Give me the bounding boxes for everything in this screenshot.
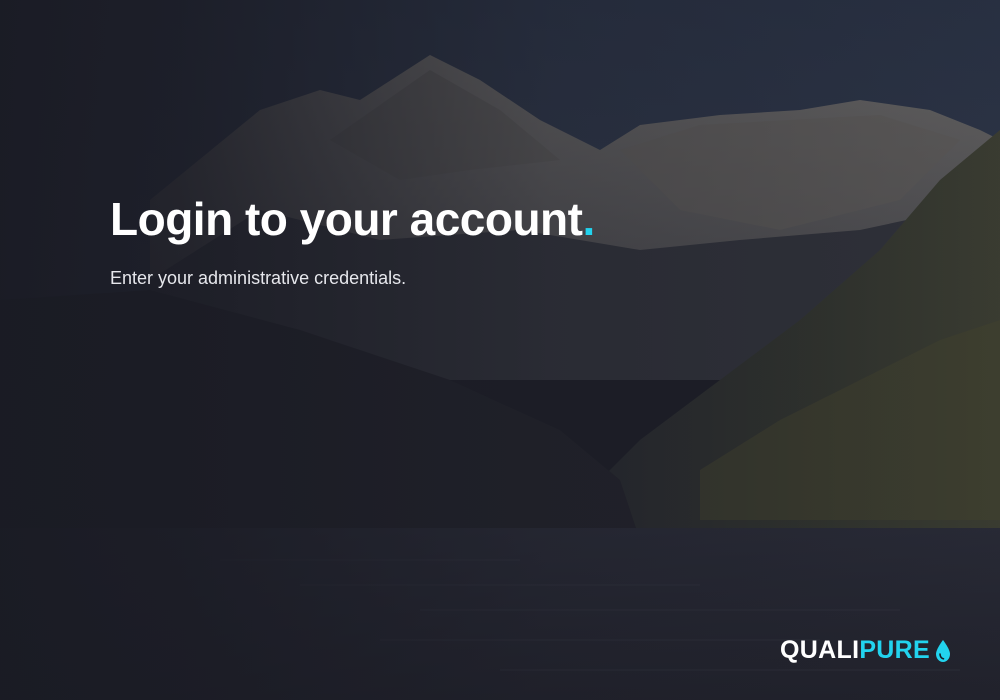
page-subtitle: Enter your administrative credentials. bbox=[110, 268, 407, 288]
brand-name-part2: PURE bbox=[859, 636, 930, 664]
water-drop-icon bbox=[936, 639, 950, 662]
brand-logo: QUALI PURE bbox=[780, 636, 952, 665]
background-overlay bbox=[0, 0, 1000, 700]
page-title-accent-dot: . bbox=[582, 193, 595, 245]
brand-name-part1: QUALI bbox=[780, 636, 860, 664]
login-screen: Login to your account. Enter your admini… bbox=[0, 0, 1000, 700]
page-title: Login to your account. bbox=[110, 192, 595, 246]
page-title-text: Login to your account bbox=[110, 193, 583, 245]
